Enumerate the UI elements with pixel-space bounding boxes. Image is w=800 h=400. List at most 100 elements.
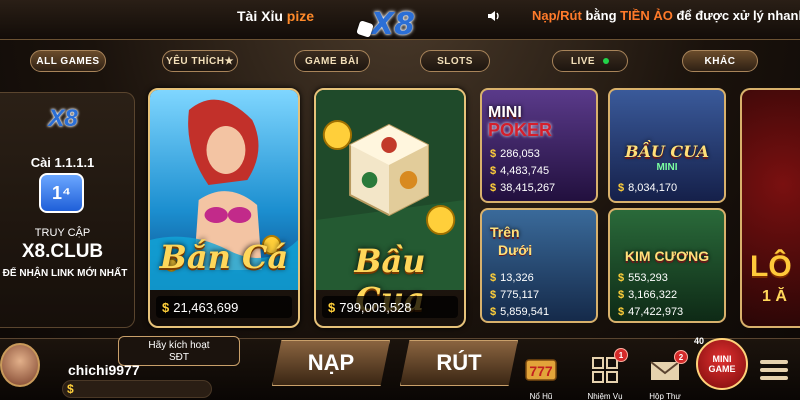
coin-icon: $ [162,299,170,315]
game-title: Trên [490,224,520,240]
tab-favorites[interactable]: YÊU THÍCH★ [162,50,238,72]
coin-icon: $ [490,182,497,194]
nav-label-nhiem-vu: Nhiệm Vụ [587,392,623,400]
tab-label: YÊU THÍCH★ [166,55,234,67]
category-tabs: ALL GAMES YÊU THÍCH★ GAME BÀI SLOTS LIVE… [0,50,800,74]
speaker-icon[interactable] [487,9,501,23]
dns-app-icon: 1⁴ [39,173,84,213]
tab-other[interactable]: KHÁC [682,50,758,72]
coin-icon: $ [618,272,625,284]
game-card-tren-duoi[interactable]: Trên Dưới $13,326 $775,117 $5,859,541 [480,208,598,323]
promo-domain: X8.CLUB [21,241,104,262]
x8-logo[interactable]: X8 [352,2,434,46]
minigame-line-1: MINI [712,354,732,364]
jackpot-line: $775,117 [490,289,594,301]
coin-icon: $ [490,306,497,318]
minigame-count: 40 [694,336,705,346]
jackpot-value: 286,053 [500,148,540,160]
jackpot-value: 775,117 [500,289,540,301]
header-left-text: Tài Xỉu pize [237,8,314,24]
tab-live[interactable]: LIVE [552,50,628,72]
jackpot-value: 21,463,699 [173,299,239,315]
nav-label-no-hu: Nổ Hũ [529,392,553,400]
jackpot-line: $286,053 [490,148,594,160]
game-card-ban-ca[interactable]: Bắn Cá $ 21,463,699 [148,88,300,328]
coin-icon: $ [328,299,336,315]
game-subtitle: Dưới [498,242,533,258]
jackpot-line: $13,326 [490,272,594,284]
game-card-bau-cua[interactable]: Bầu Cua $ 799,005,528 [314,88,466,328]
game-title: Bắn Cá [159,238,289,276]
ticker-part-1: Nạp/Rút [532,8,582,23]
withdraw-button[interactable]: RÚT [400,340,518,386]
activate-line-1: Hãy kích hoạt [148,340,210,351]
tab-all-games[interactable]: ALL GAMES [30,50,106,72]
coin-icon: $ [67,382,74,396]
game-subtitle: POKER [488,120,553,140]
jackpot-line: $4,483,745 [490,165,594,177]
ticker-part-3: TIỀN ẢO [620,8,673,23]
avatar[interactable] [0,343,40,387]
promo-panel[interactable]: X8 Cài 1.1.1.1 1⁴ TRUY CẬP X8.CLUB ĐỂ NH… [0,92,135,328]
menu-icon[interactable] [760,360,788,382]
live-indicator-icon [603,58,610,64]
mission-badge: 1 [614,348,628,362]
promo-link-text: ĐỂ NHẬN LINK MỚI NHẤT [2,268,128,279]
menu-bar [760,368,788,372]
deposit-label: NẠP [307,350,355,375]
jackpot-value: 5,859,541 [500,306,550,318]
tab-slots[interactable]: SLOTS [420,50,490,72]
header-left-white: Tài Xỉu [237,8,283,24]
game-card-mini-poker[interactable]: MINI POKER $286,053 $4,483,745 $38,415,2… [480,88,598,203]
slot-777-icon[interactable]: 777 [524,354,558,386]
news-ticker: Nạp/Rút bằng TIỀN ẢO để được xử lý nhanh… [532,8,800,23]
svg-text:777: 777 [529,363,553,379]
game-title: BẦU CUA [624,142,710,161]
promo-access-text: TRUY CẬP [34,227,91,239]
mail-badge: 2 [674,350,688,364]
jackpot-line: $47,422,973 [618,306,722,318]
jackpot-line: $553,293 [618,272,722,284]
game-title: LÔ [750,250,792,283]
coin-icon: $ [618,182,625,194]
ticker-part-2: bằng [581,8,621,23]
jackpot-display: $ 21,463,699 [156,296,292,318]
jackpot-line: $8,034,170 [618,182,722,194]
withdraw-label: RÚT [436,350,482,375]
menu-bar [760,376,788,380]
header-left-accent: pize [286,8,315,24]
game-subtitle: MINI [656,162,678,173]
tab-label: GAME BÀI [305,55,359,67]
promo-install-text: Cài 1.1.1.1 [30,155,95,170]
game-subtitle: 1 Ă [762,288,787,305]
promo-logo: X8 [48,105,78,132]
game-card-bau-cua-mini[interactable]: BẦU CUA MINI $8,034,170 [608,88,726,203]
deposit-button[interactable]: NẠP [272,340,390,386]
username: chichi9977 [68,362,140,378]
logo-text: X8 [370,6,415,42]
jackpot-value: 8,034,170 [628,182,678,194]
nav-label-hop-thu: Hộp Thư [649,392,681,400]
coin-icon: $ [618,289,625,301]
jackpot-line: $5,859,541 [490,306,594,318]
jackpot-value: 38,415,267 [500,182,556,194]
coin-icon: $ [490,148,497,160]
jackpot-value: 47,422,973 [628,306,684,318]
jackpot-value: 13,326 [500,272,534,284]
top-bar: Tài Xỉu pize X8 Nạp/Rút bằng TIỀN ẢO để … [0,0,800,42]
jackpot-line: $38,415,267 [490,182,594,194]
game-card-kim-cuong[interactable]: KIM CƯƠNG $553,293 $3,166,322 $47,422,97… [608,208,726,323]
jackpot-display: $ 799,005,528 [322,296,458,318]
coin-icon: $ [490,272,497,284]
tab-card-games[interactable]: GAME BÀI [294,50,370,72]
jackpot-line: $3,166,322 [618,289,722,301]
jackpot-value: 3,166,322 [628,289,678,301]
coin-icon: $ [618,306,625,318]
coin-icon: $ [490,289,497,301]
balance-bar: $ [62,380,212,398]
tab-label: ALL GAMES [36,55,100,67]
game-card-lo-de[interactable]: LÔ 1 Ă [740,88,800,328]
coin-icon: $ [490,165,497,177]
tab-label: LIVE [570,55,596,67]
ticker-part-4: để được xử lý nhanh hơn [676,8,800,23]
